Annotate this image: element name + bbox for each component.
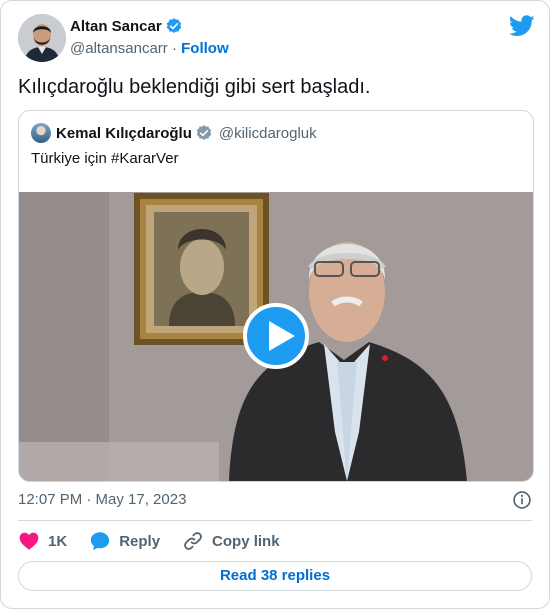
quoted-author-line: Kemal Kılıçdaroğlu @kilicdarogluk — [56, 124, 317, 142]
play-button[interactable] — [243, 303, 309, 369]
heart-icon — [19, 532, 39, 550]
divider — [18, 520, 532, 521]
copy-link-button[interactable]: Copy link — [182, 530, 280, 552]
quoted-author-name: Kemal Kılıçdaroğlu — [56, 124, 192, 142]
reply-button[interactable]: Reply — [89, 530, 160, 552]
quoted-tweet[interactable]: Kemal Kılıçdaroğlu @kilicdarogluk Türkiy… — [18, 110, 534, 482]
separator-dot: · — [171, 40, 177, 57]
link-icon — [184, 532, 202, 550]
follow-link[interactable]: Follow — [181, 40, 229, 57]
tweet-timestamp[interactable]: 12:07 PM · May 17, 2023 — [18, 491, 186, 508]
quoted-author-handle: @kilicdarogluk — [218, 124, 317, 142]
read-replies-button[interactable]: Read 38 replies — [18, 561, 532, 591]
reply-bubble-icon — [91, 532, 110, 551]
info-icon[interactable] — [512, 490, 532, 510]
copy-link-label: Copy link — [212, 532, 280, 550]
reply-label: Reply — [119, 532, 161, 550]
verified-badge-icon — [166, 18, 181, 33]
quoted-author-avatar — [31, 123, 51, 143]
like-count: 1K — [48, 532, 68, 550]
author-name[interactable]: Altan Sancar — [70, 17, 183, 35]
author-handle[interactable]: @altansancarr — [70, 40, 168, 57]
verified-badge-gray-icon — [196, 125, 212, 140]
tweet-text: Kılıçdaroğlu beklendiği gibi sert başlad… — [18, 76, 371, 98]
like-button[interactable]: 1K — [18, 530, 67, 552]
twitter-bird-icon[interactable] — [509, 15, 535, 37]
author-name-text: Altan Sancar — [70, 17, 162, 35]
action-bar: 1K Reply Copy link — [18, 529, 302, 553]
author-avatar-image — [18, 14, 66, 62]
author-subline: @altansancarr · Follow — [70, 40, 229, 57]
video-player[interactable] — [19, 192, 533, 481]
quoted-tweet-text: Türkiye için #KararVer — [31, 150, 179, 167]
author-avatar[interactable] — [18, 14, 66, 62]
embedded-tweet-card: Altan Sancar @altansancarr · Follow Kılı… — [0, 0, 550, 609]
